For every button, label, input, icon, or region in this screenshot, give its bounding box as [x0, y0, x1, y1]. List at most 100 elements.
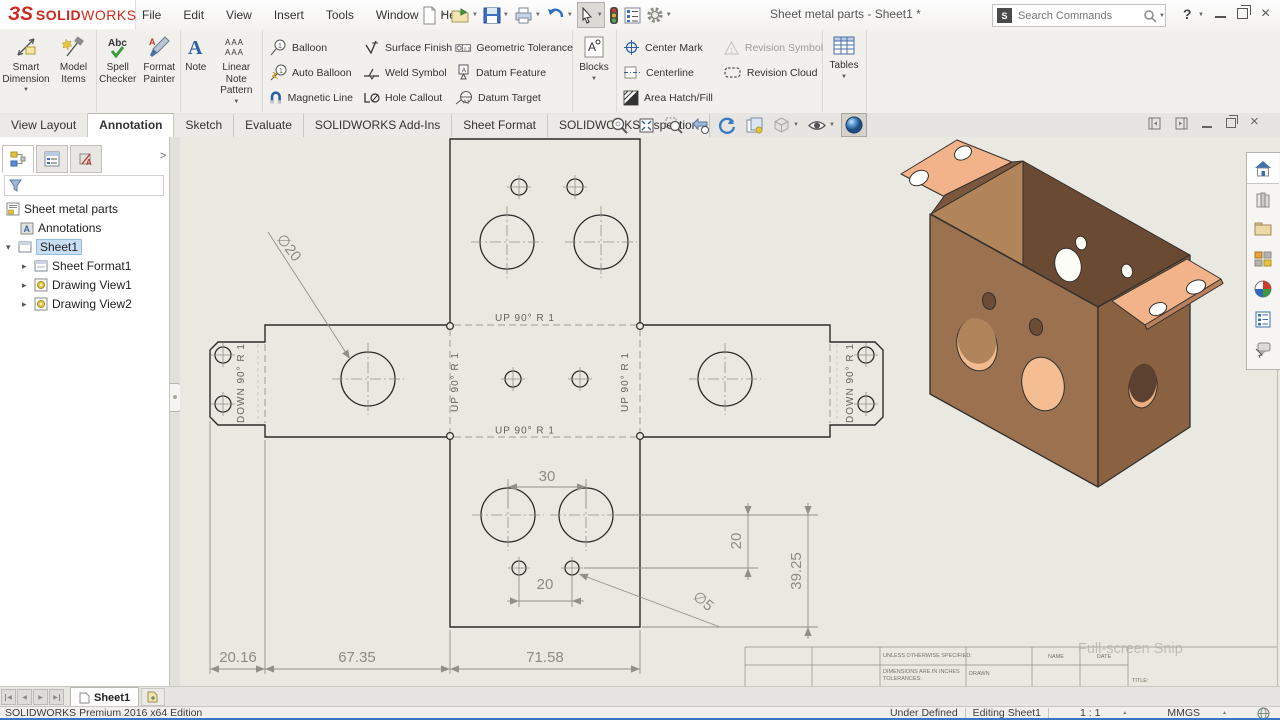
caret-down-icon[interactable]: ▼: [233, 99, 239, 105]
minimize-button[interactable]: [1215, 16, 1226, 18]
search-commands-box[interactable]: S ▼: [992, 4, 1166, 27]
drawing-sheet[interactable]: UP 90° R 1 UP 90° R 1 UP 90° R 1 UP 90° …: [180, 137, 1280, 686]
caret-down-icon[interactable]: ▼: [591, 76, 597, 82]
caret-down-icon[interactable]: ▼: [535, 12, 541, 18]
caret-down-icon[interactable]: ▼: [793, 122, 799, 128]
caret-down-icon[interactable]: ▼: [472, 12, 478, 18]
dimension-30[interactable]: 30: [508, 468, 586, 507]
expander-icon[interactable]: ▸: [22, 280, 30, 291]
previous-sheet-button[interactable]: ◀: [17, 689, 32, 705]
caret-down-icon[interactable]: ▼: [1159, 13, 1165, 19]
previous-view-button[interactable]: [689, 115, 712, 136]
open-button[interactable]: ▼: [450, 3, 479, 27]
auto-balloon-button[interactable]: 1 Auto Balloon: [269, 60, 353, 85]
tree-item-root[interactable]: Sheet metal parts: [6, 200, 118, 218]
caret-down-icon[interactable]: ▼: [567, 12, 573, 18]
sheet1-tab[interactable]: Sheet1: [70, 687, 139, 707]
tab-sheet-format[interactable]: Sheet Format: [452, 114, 548, 137]
center-mark-button[interactable]: Center Mark: [623, 35, 713, 60]
caret-down-icon[interactable]: ▼: [503, 12, 509, 18]
task-pane-resources-button[interactable]: [1247, 184, 1279, 214]
surface-finish-button[interactable]: Surface Finish: [363, 35, 452, 60]
tab-dimxpert[interactable]: A: [70, 145, 102, 173]
menu-tools[interactable]: Tools: [326, 8, 354, 22]
dimension-dia5[interactable]: ∅5: [579, 574, 720, 627]
menu-insert[interactable]: Insert: [274, 8, 304, 22]
revision-cloud-button[interactable]: Revision Cloud: [723, 60, 823, 85]
tables-button[interactable]: Tables ▼: [823, 30, 865, 112]
undo-button[interactable]: ▼: [545, 3, 574, 27]
pane-left-icon[interactable]: [1148, 117, 1161, 130]
task-pane-custom-properties-button[interactable]: [1247, 304, 1279, 334]
datum-target-button[interactable]: A1 Datum Target: [455, 85, 573, 110]
caret-down-icon[interactable]: ▼: [666, 12, 672, 18]
save-button[interactable]: ▼: [482, 3, 510, 27]
zoom-to-fit-button[interactable]: [635, 115, 658, 136]
tree-item-sheet-format1[interactable]: ▸ Sheet Format1: [22, 257, 131, 275]
close-button[interactable]: ×: [1261, 5, 1270, 23]
tab-evaluate[interactable]: Evaluate: [234, 114, 304, 137]
dimension-20-holes[interactable]: 20: [507, 576, 584, 607]
bend-notes[interactable]: UP 90° R 1 UP 90° R 1 UP 90° R 1 UP 90° …: [236, 313, 856, 437]
magnetic-line-button[interactable]: Magnetic Line: [269, 85, 353, 110]
caret-down-icon[interactable]: ▼: [440, 12, 446, 18]
small-holes[interactable]: [211, 175, 878, 579]
caret-down-icon[interactable]: ▼: [597, 12, 603, 18]
flat-pattern-view[interactable]: UP 90° R 1 UP 90° R 1 UP 90° R 1 UP 90° …: [210, 139, 883, 674]
dimension-6735[interactable]: 67.35: [265, 630, 450, 674]
tab-feature-tree[interactable]: [2, 145, 34, 173]
restore-button[interactable]: [1237, 8, 1248, 19]
format-painter-button[interactable]: A Format Painter: [139, 30, 181, 112]
tab-annotation[interactable]: Annotation: [88, 113, 174, 137]
tree-item-sheet1[interactable]: ▾ Sheet1: [6, 238, 82, 256]
expander-icon[interactable]: ▸: [22, 261, 30, 272]
help-caret-icon[interactable]: ▼: [1198, 12, 1204, 18]
view-sheets-button[interactable]: [743, 115, 766, 136]
search-input[interactable]: [1016, 9, 1143, 23]
last-sheet-button[interactable]: ▶: [49, 689, 64, 705]
spell-checker-button[interactable]: Abc Spell Checker: [97, 30, 139, 112]
weld-symbol-button[interactable]: Weld Symbol: [363, 60, 452, 85]
menu-view[interactable]: View: [226, 8, 252, 22]
dimension-3925[interactable]: 39.25: [642, 503, 818, 639]
dimension-2016[interactable]: 20.16: [210, 421, 265, 674]
geometric-tolerance-button[interactable]: 0.3 Geometric Tolerance: [455, 35, 573, 60]
dimension-20-vertical[interactable]: 20: [584, 503, 818, 580]
smart-dimension-button[interactable]: Smart Dimension ▼: [0, 30, 52, 112]
dimension-7158[interactable]: 71.58: [450, 630, 640, 674]
task-pane-home-button[interactable]: [1247, 153, 1279, 184]
area-hatch-fill-button[interactable]: Area Hatch/Fill: [623, 85, 713, 110]
model-items-button[interactable]: Model Items: [52, 30, 95, 112]
help-button[interactable]: ?: [1183, 6, 1192, 22]
search-icon[interactable]: [1143, 9, 1157, 23]
rebuild-button[interactable]: [608, 3, 620, 27]
units-caret-icon[interactable]: ▲: [1222, 710, 1227, 716]
task-pane-view-palette-button[interactable]: [1247, 244, 1279, 274]
doc-close-button[interactable]: ×: [1250, 113, 1259, 130]
pane-right-icon[interactable]: [1175, 117, 1188, 130]
doc-restore-button[interactable]: [1226, 118, 1236, 128]
tree-item-drawing-view1[interactable]: ▸ Drawing View1: [22, 276, 132, 294]
datum-feature-button[interactable]: A Datum Feature: [455, 60, 573, 85]
tab-solidworks-add-ins[interactable]: SOLIDWORKS Add-Ins: [304, 114, 452, 137]
tree-filter[interactable]: [4, 175, 164, 196]
select-tool-button[interactable]: ▼: [577, 2, 605, 28]
centerline-button[interactable]: Centerline: [623, 60, 713, 85]
doc-minimize-button[interactable]: [1202, 126, 1212, 128]
tab-view-layout[interactable]: View Layout: [0, 114, 88, 137]
blocks-button[interactable]: A Blocks ▼: [573, 30, 615, 112]
next-sheet-button[interactable]: ▶: [33, 689, 48, 705]
task-pane-appearances-button[interactable]: [1247, 274, 1279, 304]
scale-caret-icon[interactable]: ▲: [1122, 710, 1127, 716]
linear-note-pattern-button[interactable]: AAA AAA Linear Note Pattern ▼: [211, 30, 262, 112]
dimension-dia20[interactable]: ∅20: [268, 231, 350, 359]
panel-expand-chevron[interactable]: >: [160, 150, 166, 162]
display-style-button[interactable]: ▼: [770, 115, 801, 136]
task-pane-forum-button[interactable]: [1247, 334, 1279, 364]
print-button[interactable]: ▼: [513, 3, 542, 27]
expander-icon[interactable]: ▸: [22, 299, 30, 310]
task-pane-design-library-button[interactable]: [1247, 214, 1279, 244]
view-settings-button[interactable]: [841, 113, 867, 137]
menu-file[interactable]: File: [142, 8, 161, 22]
tree-item-drawing-view2[interactable]: ▸ Drawing View2: [22, 295, 132, 313]
